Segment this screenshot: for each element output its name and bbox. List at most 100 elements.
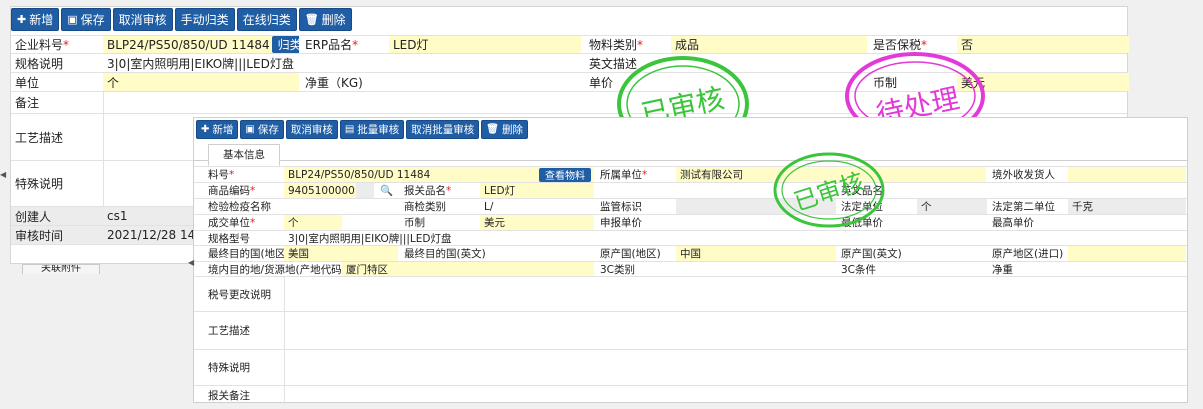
legal-unit2-label: 法定第二单位 [992,201,1055,213]
enterprise-part-no-field[interactable]: BLP24/PS50/850/UD 11484归类查看 [103,36,299,53]
spec-label: 规格说明 [15,56,64,71]
supervision-mark-label: 监管标识 [600,201,642,213]
commodity-code-extra[interactable] [356,183,374,198]
customs-remark-field[interactable] [284,386,1187,404]
commodity-code-label: 商品编码 * [208,184,256,198]
form-row: 最终目的国(地区) 美国 最终目的国(英文) 原产国(地区) 中国 原产国(英文… [194,245,1187,261]
domestic-dest-field-2[interactable] [472,262,594,276]
batch-audit-button[interactable]: ▤ 批量审核 [339,120,405,139]
legal-unit2-field: 千克 [1068,199,1186,214]
english-desc-field[interactable] [671,54,1129,72]
unit-price-field[interactable] [671,73,867,91]
erp-name-field[interactable]: LED灯 [389,36,581,53]
classify-view-button[interactable]: 归类查看 [271,36,299,53]
min-price-field[interactable] [917,215,987,230]
save-button[interactable]: ▣ 保存 [61,8,111,31]
inspection-category-label: 商检类别 [404,201,446,213]
inspection-name-label: 检验检疫名称 [208,201,271,213]
currency-field[interactable]: 美元 [957,73,1129,91]
form-row: 规格型号 3|0|室内照明用|EIKO牌|||LED灯盘 [194,230,1187,245]
supervision-mark-field [676,199,836,214]
form-row: 规格说明 3|0|室内照明用|EIKO牌|||LED灯盘 英文描述 [11,53,1127,72]
remark-field[interactable] [103,92,1127,113]
english-name-label: 英文品名 [841,185,883,197]
back-toolbar: ✚ 新增 ▣ 保存 取消审核 手动归类 在线归类 🗑 删除 [11,8,352,31]
front-toolbar: ✚ 新增 ▣ 保存 取消审核 ▤ 批量审核 取消批量审核 🗑 删除 [196,120,528,139]
spec-model-field[interactable]: 3|0|室内照明用|EIKO牌|||LED灯盘 [284,231,884,245]
view-material-button[interactable]: 查看物料 [539,167,591,182]
net-weight-field[interactable] [389,73,581,91]
owner-unit-field[interactable]: 测试有限公司 [676,167,986,182]
cancel-batch-audit-button[interactable]: 取消批量审核 [406,120,480,139]
declared-price-field[interactable] [676,215,836,230]
customs-remark-label: 报关备注 [208,389,250,402]
process-field[interactable] [284,312,1187,349]
dest-country-field[interactable]: 美国 [284,246,398,261]
english-desc-label: 英文描述 [589,56,638,71]
spec-field[interactable]: 3|0|室内照明用|EIKO牌|||LED灯盘 [103,54,583,72]
owner-unit-label: 所属单位 * [600,168,648,182]
declared-name-field[interactable]: LED灯 [480,183,594,198]
max-price-field[interactable] [1068,215,1186,230]
spec-model-label: 规格型号 [208,232,250,245]
bonded-label: 是否保税 * [873,37,928,53]
inspection-category-field[interactable]: L/ [480,199,594,214]
commodity-code-field[interactable]: 9405100000 [284,183,356,198]
save-button[interactable]: ▣ 保存 [240,120,284,139]
form-row: 特殊说明 [194,349,1187,385]
floppy-icon: ▣ [245,124,255,135]
plus-icon: ✚ [17,13,27,26]
form-row: 成交单位 * 个 币制 美元 申报单价 最低单价 最高单价 [194,214,1187,230]
empty-label [596,183,676,198]
floppy-icon: ▣ [67,13,78,26]
delete-button[interactable]: 🗑 删除 [298,8,352,31]
erp-name-label: ERP品名 * [305,37,359,53]
tab-attachments[interactable]: 关联附件 [22,264,100,274]
form-row: 工艺描述 [194,311,1187,349]
delete-button[interactable]: 🗑 删除 [481,120,528,139]
tab-basic-info[interactable]: 基本信息 [208,144,280,166]
search-icon[interactable]: 🔍 [376,183,396,198]
origin-region-import-field[interactable] [1068,246,1186,261]
collapse-arrow-icon[interactable]: ◀ [0,170,10,200]
cancel-audit-button[interactable]: 取消审核 [285,120,338,139]
form-row: 检验检疫名称 商检类别 L/ 监管标识 法定单位 个 法定第二单位 千克 [194,198,1187,214]
overseas-shipper-field[interactable] [1068,167,1186,182]
dest-country-en-label: 最终目的国(英文) [404,248,486,260]
english-name-field[interactable] [917,183,1186,198]
bonded-field[interactable]: 否 [957,36,1129,53]
domestic-dest-field[interactable]: 厦门特区 [342,262,472,276]
origin-country-field[interactable]: 中国 [676,246,836,261]
tax-change-label: 税号更改说明 [208,288,271,301]
customs-declaration-form: ✚ 新增 ▣ 保存 取消审核 ▤ 批量审核 取消批量审核 🗑 删除 基本信息 ◀ 料号 *… [188,117,1188,404]
material-category-field[interactable]: 成品 [671,36,867,53]
declared-price-label: 申报单价 [600,217,642,229]
unit-field[interactable]: 个 [103,73,299,91]
domestic-dest-label: 境内目的地/货源地(产地代码) [208,263,342,276]
inspection-name-field[interactable] [284,199,398,214]
part-no-field[interactable]: BLP24/PS50/850/UD 11484 查看物料 [284,167,594,182]
net-weight-label: 净重 [992,263,1013,276]
tax-change-field[interactable] [284,277,1187,311]
currency-label: 币制 [404,217,425,229]
part-no-label: 料号 * [208,168,235,182]
plus-icon: ✚ [201,124,210,135]
process-label: 工艺描述 [208,325,250,337]
currency-field[interactable]: 美元 [480,215,594,230]
add-button[interactable]: ✚ 新增 [196,120,239,139]
form-row: 报关备注 [194,385,1187,404]
legal-unit-label: 法定单位 [841,201,883,213]
net-weight-label: 净重（KG) [305,75,363,90]
add-button[interactable]: ✚ 新增 [11,8,60,31]
cancel-audit-button[interactable]: 取消审核 [112,8,173,31]
special-field[interactable] [284,350,1187,385]
creator-label: 创建人 [11,207,103,225]
batch-icon: ▤ [344,124,355,135]
unit-price-label: 单价 [589,75,614,90]
deal-unit-field[interactable]: 个 [284,215,342,230]
manual-classify-button[interactable]: 手动归类 [174,8,235,31]
process-label: 工艺描述 [15,130,64,145]
form-row: 企业料号* BLP24/PS50/850/UD 11484归类查看 ERP品名*… [11,35,1129,53]
form-row: 税号更改说明 [194,276,1187,311]
online-classify-button[interactable]: 在线归类 [236,8,297,31]
